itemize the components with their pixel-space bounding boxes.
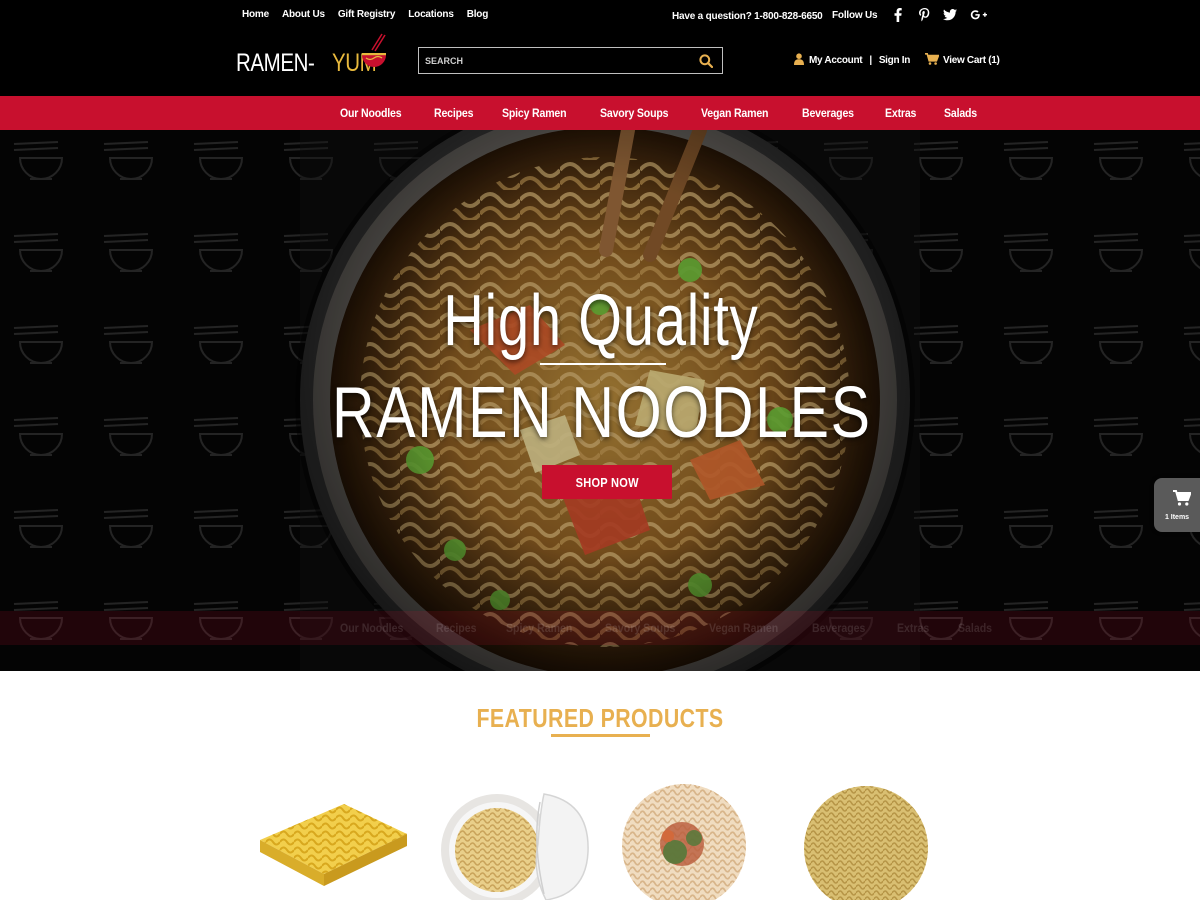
nav-item-vegan-ramen[interactable]: Vegan Ramen	[701, 106, 768, 120]
shop-now-label: SHOP NOW	[575, 474, 639, 490]
hero-banner: High Quality RAMEN NOODLES SHOP NOW Our …	[0, 130, 1200, 671]
product-noodle-block[interactable]	[252, 782, 412, 900]
top-links: Home About Us Gift Registry Locations Bl…	[242, 9, 488, 20]
noodle-block-image	[260, 804, 407, 886]
top-link-home[interactable]: Home	[242, 9, 269, 20]
featured-products-title: FEATURED PRODUCTS	[476, 703, 724, 733]
facebook-icon[interactable]	[891, 7, 905, 23]
cart-icon	[1173, 490, 1192, 511]
ghost-nav-item: Spicy Ramen	[506, 621, 573, 635]
logo-text-ramen: RAMEN-	[236, 49, 315, 77]
contact-question: Have a question? 1-800-828-6650	[672, 11, 823, 22]
top-link-about-us[interactable]: About Us	[282, 9, 325, 20]
hero-divider	[540, 363, 666, 365]
noodle-cup-image	[441, 793, 589, 900]
ghost-nav-item: Extras	[896, 621, 930, 635]
ghost-nav-item: Savory Soups	[605, 621, 676, 635]
sign-in-link[interactable]: Sign In	[879, 55, 911, 66]
shop-now-button[interactable]: SHOP NOW	[542, 465, 672, 499]
site-logo[interactable]: RAMEN- YUM	[236, 32, 386, 76]
product-noodle-with-seasoning[interactable]	[620, 782, 780, 900]
product-round-noodle-cake[interactable]	[802, 782, 962, 900]
ghost-nav-overlay: Our Noodles Recipes Spicy Ramen Savory S…	[0, 611, 1200, 645]
ghost-nav-item: Vegan Ramen	[709, 621, 779, 635]
nav-item-recipes[interactable]: Recipes	[434, 106, 473, 120]
cart-icon	[925, 53, 940, 68]
account-separator: |	[869, 55, 872, 66]
search-input[interactable]	[425, 52, 685, 70]
top-link-blog[interactable]: Blog	[467, 9, 489, 20]
nav-item-extras[interactable]: Extras	[885, 106, 916, 120]
hero-title-line1: High Quality	[443, 281, 759, 361]
ramen-bowl-logo-icon	[362, 33, 386, 67]
google-plus-icon[interactable]	[969, 7, 987, 23]
main-nav: Our Noodles Recipes Spicy Ramen Savory S…	[0, 96, 1200, 130]
site-header: Home About Us Gift Registry Locations Bl…	[0, 0, 1200, 96]
ghost-nav-item: Our Noodles	[340, 621, 404, 635]
view-cart-link[interactable]: View Cart (1)	[925, 53, 1000, 68]
my-account-link[interactable]: My Account	[809, 55, 863, 66]
social-follow: Follow Us	[832, 7, 987, 23]
noodle-with-seasoning-image	[622, 784, 746, 900]
nav-item-spicy-ramen[interactable]: Spicy Ramen	[502, 106, 567, 120]
account-links: My Account | Sign In View Cart (1)	[794, 53, 1000, 68]
pinterest-icon[interactable]	[917, 7, 931, 23]
follow-label: Follow Us	[832, 9, 878, 21]
nav-item-salads[interactable]: Salads	[944, 106, 977, 120]
round-noodle-cake-image	[804, 786, 928, 900]
product-noodle-cup[interactable]	[440, 782, 600, 900]
nav-item-our-noodles[interactable]: Our Noodles	[340, 106, 402, 120]
nav-item-beverages[interactable]: Beverages	[802, 106, 854, 120]
ghost-nav-item: Salads	[957, 621, 992, 635]
ghost-nav-item: Beverages	[812, 621, 866, 635]
search-icon[interactable]	[699, 54, 714, 73]
twitter-icon[interactable]	[943, 7, 958, 23]
user-icon	[794, 53, 804, 68]
top-link-gift-registry[interactable]: Gift Registry	[338, 9, 396, 20]
ghost-nav-item: Recipes	[436, 621, 477, 635]
floating-cart-count: 1 Items	[1164, 514, 1190, 521]
search-box	[418, 47, 723, 74]
view-cart-label: View Cart (1)	[943, 55, 1000, 66]
top-link-locations[interactable]: Locations	[408, 9, 454, 20]
hero-title-line2: RAMEN NOODLES	[331, 373, 872, 453]
featured-divider	[551, 734, 650, 737]
nav-item-savory-soups[interactable]: Savory Soups	[600, 106, 668, 120]
floating-cart-button[interactable]: 1 Items	[1154, 478, 1200, 532]
